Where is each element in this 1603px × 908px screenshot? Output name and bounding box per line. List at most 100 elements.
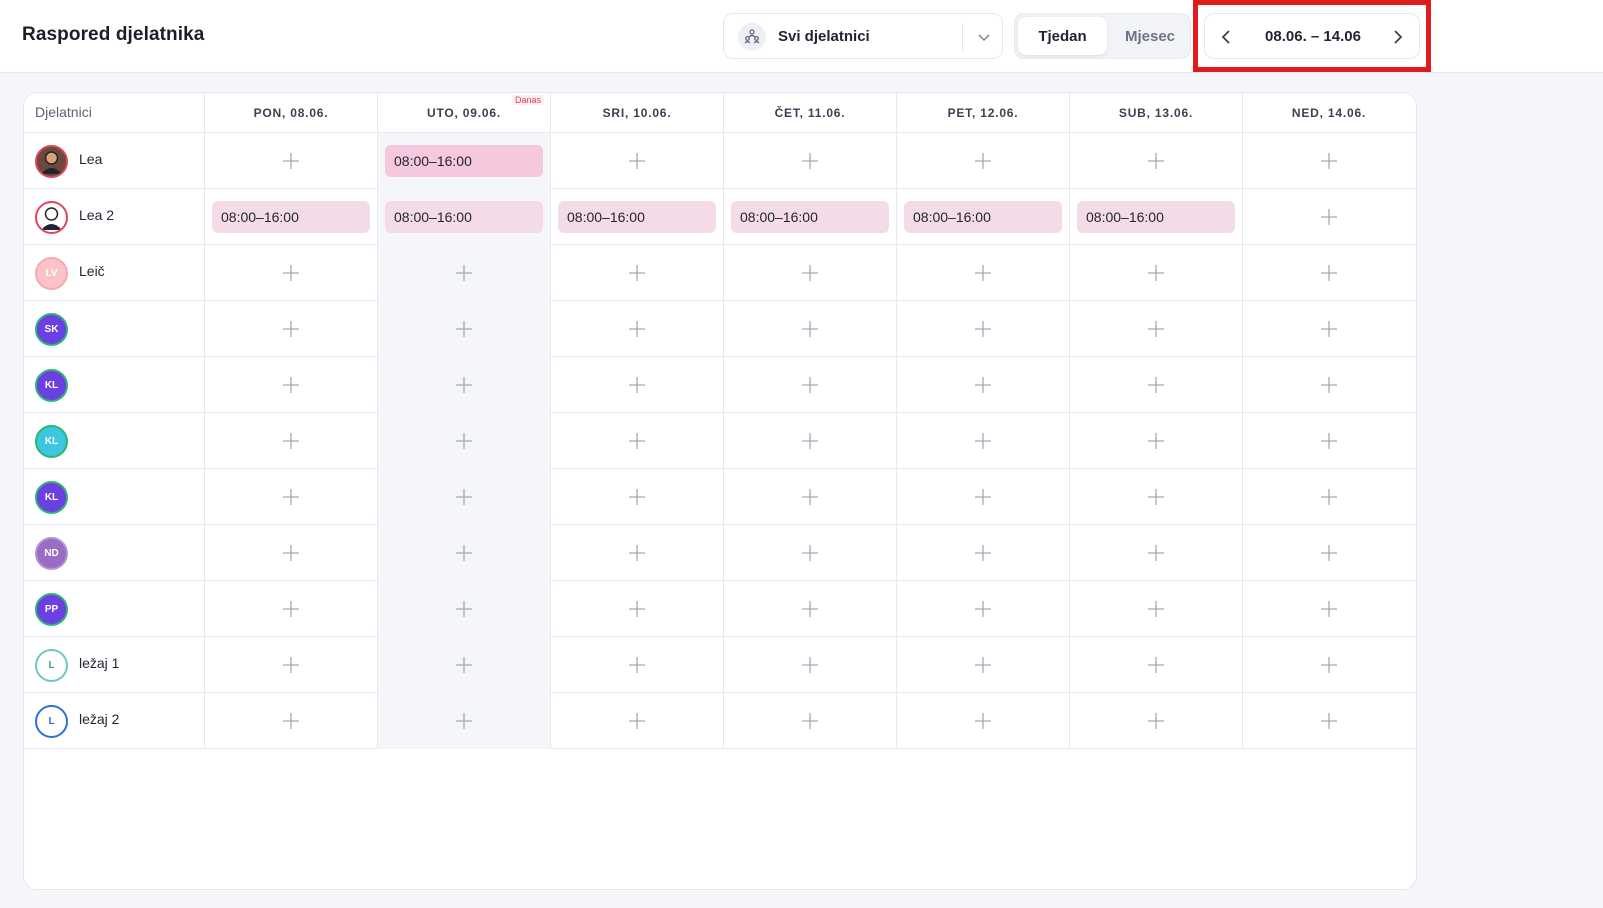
add-shift-plus-icon[interactable] (800, 599, 820, 619)
employee-cell[interactable]: KL (24, 357, 204, 413)
add-shift-plus-icon[interactable] (1146, 487, 1166, 507)
schedule-cell[interactable] (1242, 525, 1415, 581)
schedule-cell[interactable] (896, 693, 1069, 749)
add-shift-plus-icon[interactable] (800, 151, 820, 171)
add-shift-plus-icon[interactable] (800, 543, 820, 563)
schedule-cell[interactable]: 08:00–16:00 (1069, 189, 1242, 245)
schedule-cell[interactable] (1242, 301, 1415, 357)
month-view-button[interactable]: Mjesec (1111, 17, 1189, 55)
add-shift-plus-icon[interactable] (281, 655, 301, 675)
add-shift-plus-icon[interactable] (1319, 319, 1339, 339)
add-shift-plus-icon[interactable] (454, 655, 474, 675)
schedule-cell[interactable] (896, 357, 1069, 413)
add-shift-plus-icon[interactable] (1319, 263, 1339, 283)
add-shift-plus-icon[interactable] (973, 151, 993, 171)
add-shift-plus-icon[interactable] (627, 487, 647, 507)
add-shift-plus-icon[interactable] (454, 487, 474, 507)
add-shift-plus-icon[interactable] (1146, 655, 1166, 675)
chevron-down-icon[interactable] (974, 27, 994, 47)
add-shift-plus-icon[interactable] (800, 711, 820, 731)
add-shift-plus-icon[interactable] (800, 319, 820, 339)
schedule-cell[interactable] (1069, 525, 1242, 581)
add-shift-plus-icon[interactable] (281, 599, 301, 619)
schedule-cell[interactable] (723, 133, 896, 189)
schedule-cell[interactable] (377, 413, 550, 469)
schedule-cell[interactable] (377, 693, 550, 749)
schedule-cell[interactable] (377, 301, 550, 357)
add-shift-plus-icon[interactable] (1146, 431, 1166, 451)
schedule-cell[interactable] (1242, 637, 1415, 693)
schedule-cell[interactable] (1242, 413, 1415, 469)
employee-cell[interactable]: SK (24, 301, 204, 357)
add-shift-plus-icon[interactable] (800, 375, 820, 395)
schedule-cell[interactable] (204, 581, 377, 637)
add-shift-plus-icon[interactable] (800, 655, 820, 675)
week-view-button[interactable]: Tjedan (1018, 17, 1107, 55)
employee-cell[interactable]: Lležaj 1 (24, 637, 204, 693)
schedule-cell[interactable] (550, 133, 723, 189)
add-shift-plus-icon[interactable] (973, 319, 993, 339)
add-shift-plus-icon[interactable] (281, 151, 301, 171)
schedule-cell[interactable] (1069, 133, 1242, 189)
add-shift-plus-icon[interactable] (1319, 655, 1339, 675)
schedule-cell[interactable] (204, 413, 377, 469)
add-shift-plus-icon[interactable] (627, 319, 647, 339)
schedule-cell[interactable] (1242, 357, 1415, 413)
schedule-cell[interactable] (550, 693, 723, 749)
schedule-cell[interactable] (1069, 637, 1242, 693)
schedule-cell[interactable] (723, 301, 896, 357)
add-shift-plus-icon[interactable] (1146, 263, 1166, 283)
add-shift-plus-icon[interactable] (1319, 375, 1339, 395)
schedule-cell[interactable] (377, 245, 550, 301)
schedule-cell[interactable]: 08:00–16:00 (723, 189, 896, 245)
add-shift-plus-icon[interactable] (627, 431, 647, 451)
schedule-cell[interactable] (550, 525, 723, 581)
add-shift-plus-icon[interactable] (973, 655, 993, 675)
schedule-cell[interactable] (204, 357, 377, 413)
add-shift-plus-icon[interactable] (281, 431, 301, 451)
add-shift-plus-icon[interactable] (973, 375, 993, 395)
schedule-cell[interactable] (204, 469, 377, 525)
add-shift-plus-icon[interactable] (627, 263, 647, 283)
add-shift-plus-icon[interactable] (1319, 543, 1339, 563)
schedule-cell[interactable] (896, 637, 1069, 693)
add-shift-plus-icon[interactable] (627, 655, 647, 675)
add-shift-plus-icon[interactable] (281, 543, 301, 563)
schedule-cell[interactable] (377, 525, 550, 581)
schedule-cell[interactable] (896, 245, 1069, 301)
add-shift-plus-icon[interactable] (800, 431, 820, 451)
employee-cell[interactable]: KL (24, 469, 204, 525)
add-shift-plus-icon[interactable] (973, 431, 993, 451)
schedule-cell[interactable] (1069, 245, 1242, 301)
schedule-cell[interactable] (1069, 469, 1242, 525)
employee-cell[interactable]: Lea 2 (24, 189, 204, 245)
schedule-cell[interactable] (723, 581, 896, 637)
chevron-right-icon[interactable] (1385, 25, 1409, 49)
add-shift-plus-icon[interactable] (627, 543, 647, 563)
schedule-cell[interactable] (723, 469, 896, 525)
schedule-cell[interactable] (550, 469, 723, 525)
schedule-cell[interactable]: 08:00–16:00 (377, 189, 550, 245)
schedule-cell[interactable] (723, 413, 896, 469)
add-shift-plus-icon[interactable] (454, 543, 474, 563)
add-shift-plus-icon[interactable] (627, 375, 647, 395)
employee-cell[interactable]: Lea (24, 133, 204, 189)
schedule-cell[interactable] (896, 525, 1069, 581)
schedule-cell[interactable] (1069, 301, 1242, 357)
add-shift-plus-icon[interactable] (1319, 487, 1339, 507)
schedule-cell[interactable] (204, 525, 377, 581)
add-shift-plus-icon[interactable] (454, 431, 474, 451)
schedule-cell[interactable] (1242, 693, 1415, 749)
employee-cell[interactable]: Lležaj 2 (24, 693, 204, 749)
schedule-cell[interactable] (1069, 693, 1242, 749)
shift-block[interactable]: 08:00–16:00 (731, 201, 889, 233)
schedule-cell[interactable]: 08:00–16:00 (896, 189, 1069, 245)
add-shift-plus-icon[interactable] (627, 599, 647, 619)
add-shift-plus-icon[interactable] (281, 375, 301, 395)
schedule-cell[interactable] (1242, 469, 1415, 525)
schedule-cell[interactable] (550, 581, 723, 637)
add-shift-plus-icon[interactable] (973, 711, 993, 731)
add-shift-plus-icon[interactable] (1319, 599, 1339, 619)
shift-block[interactable]: 08:00–16:00 (904, 201, 1062, 233)
shift-block[interactable]: 08:00–16:00 (558, 201, 716, 233)
